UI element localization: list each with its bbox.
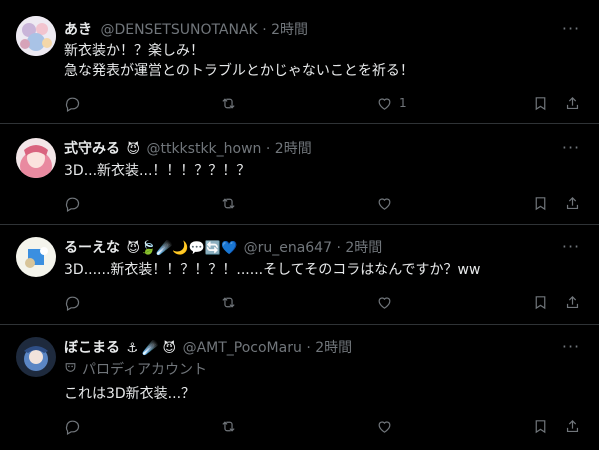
post-card[interactable]: 式守みる 😈 @ttkkstkk_hown · 2時間 ··· 3D...新衣装…	[0, 124, 599, 225]
display-name-emojis: 😈🍃☄️🌙💬🔄💙	[126, 241, 238, 256]
display-name-emojis: ⚓ ☄️ 😈	[126, 341, 177, 356]
post-header: 式守みる 😈 @ttkkstkk_hown · 2時間	[64, 140, 559, 159]
bookmark-icon	[535, 96, 546, 110]
repost-button[interactable]	[220, 291, 237, 313]
bookmark-button[interactable]	[532, 92, 549, 114]
bookmark-button[interactable]	[532, 415, 549, 437]
display-name[interactable]: あき	[64, 22, 92, 38]
post-text-line: 3D......新衣装！！？！？！......そしてそのコラはなんですか？ww	[64, 262, 481, 278]
reply-button[interactable]	[64, 92, 81, 114]
parody-account-label: パロディアカウント	[64, 361, 207, 379]
display-name[interactable]: 式守みる	[64, 141, 120, 157]
handle[interactable]: @ttkkstkk_hown	[146, 141, 261, 157]
handle[interactable]: @ru_ena647	[244, 240, 332, 256]
like-count: 1	[399, 96, 407, 110]
reply-icon	[65, 296, 80, 311]
post-header: るーえな 😈🍃☄️🌙💬🔄💙 @ru_ena647 · 2時間	[64, 239, 559, 258]
like-button[interactable]: 1	[376, 92, 407, 114]
heart-icon	[378, 420, 391, 433]
parody-label-text: パロディアカウント	[82, 362, 208, 378]
share-icon	[566, 419, 579, 432]
timestamp[interactable]: 2時間	[271, 22, 308, 38]
repost-button[interactable]	[220, 92, 237, 114]
post-text-line: 3D...新衣装...！！！？？！？	[64, 163, 251, 179]
more-options-icon[interactable]: ···	[561, 339, 581, 358]
post-header: あき @DENSETSUNOTANAK · 2時間	[64, 21, 559, 39]
post-text-line: 急な発表が運営とのトラブルとかじゃないことを祈る！	[64, 63, 414, 79]
repost-icon	[222, 197, 235, 209]
timestamp[interactable]: 2時間	[345, 240, 382, 256]
reply-icon	[65, 97, 80, 112]
display-name[interactable]: ぼこまる	[64, 340, 120, 356]
handle[interactable]: @AMT_PocoMaru	[183, 340, 302, 356]
avatar[interactable]	[16, 16, 56, 56]
bookmark-button[interactable]	[532, 291, 549, 313]
mask-icon	[64, 361, 78, 379]
heart-icon	[378, 97, 391, 110]
timestamp[interactable]: 2時間	[275, 141, 312, 157]
more-options-icon[interactable]: ···	[561, 21, 581, 40]
post-text: これは3D新衣装...？	[64, 384, 583, 404]
more-options-icon[interactable]: ···	[561, 140, 581, 159]
bookmark-icon	[535, 295, 546, 309]
avatar[interactable]	[16, 138, 56, 178]
separator-dot: ·	[336, 240, 341, 256]
share-button[interactable]	[564, 415, 581, 437]
like-button[interactable]	[376, 192, 399, 214]
display-name-emojis: 😈	[126, 142, 141, 157]
post-actions	[56, 415, 587, 437]
display-name[interactable]: るーえな	[64, 240, 120, 256]
repost-button[interactable]	[220, 192, 237, 214]
like-button[interactable]	[376, 415, 399, 437]
post-text: 新衣装か！？楽しみ！ 急な発表が運営とのトラブルとかじゃないことを祈る！	[64, 41, 583, 81]
repost-icon	[222, 420, 235, 432]
post-actions: 1	[56, 92, 587, 114]
share-icon	[566, 196, 579, 209]
reply-icon	[65, 420, 80, 435]
post-header: ぼこまる ⚓ ☄️ 😈 @AMT_PocoMaru · 2時間	[64, 339, 559, 358]
reply-button[interactable]	[64, 291, 81, 313]
post-text-line: 新衣装か！？楽しみ！	[64, 43, 204, 59]
separator-dot: ·	[262, 22, 267, 38]
share-icon	[566, 96, 579, 109]
more-options-icon[interactable]: ···	[561, 239, 581, 258]
avatar[interactable]	[16, 337, 56, 377]
avatar[interactable]	[16, 237, 56, 277]
bookmark-icon	[535, 419, 546, 433]
repost-icon	[222, 296, 235, 308]
timeline-feed: あき @DENSETSUNOTANAK · 2時間 ··· 新衣装か！？楽しみ！…	[0, 0, 599, 450]
reply-button[interactable]	[64, 192, 81, 214]
post-card[interactable]: ぼこまる ⚓ ☄️ 😈 @AMT_PocoMaru · 2時間 ··· パロディ…	[0, 325, 599, 450]
separator-dot: ·	[306, 340, 311, 356]
share-button[interactable]	[564, 291, 581, 313]
repost-icon	[222, 97, 235, 109]
share-button[interactable]	[564, 92, 581, 114]
post-actions	[56, 291, 587, 313]
post-text-line: これは3D新衣装...？	[64, 386, 196, 402]
separator-dot: ·	[265, 141, 271, 157]
reply-button[interactable]	[64, 415, 81, 437]
repost-button[interactable]	[220, 415, 237, 437]
heart-icon	[378, 296, 391, 309]
post-card[interactable]: あき @DENSETSUNOTANAK · 2時間 ··· 新衣装か！？楽しみ！…	[0, 0, 599, 124]
share-icon	[566, 295, 579, 308]
reply-icon	[65, 197, 80, 212]
post-text: 3D......新衣装！！？！？！......そしてそのコラはなんですか？ww	[64, 260, 583, 280]
bookmark-icon	[535, 196, 546, 210]
timestamp[interactable]: 2時間	[315, 340, 352, 356]
post-text: 3D...新衣装...！！！？？！？	[64, 161, 583, 181]
post-actions	[56, 192, 587, 214]
bookmark-button[interactable]	[532, 192, 549, 214]
share-button[interactable]	[564, 192, 581, 214]
handle[interactable]: @DENSETSUNOTANAK	[100, 22, 257, 38]
like-button[interactable]	[376, 291, 399, 313]
heart-icon	[378, 197, 391, 210]
post-card[interactable]: るーえな 😈🍃☄️🌙💬🔄💙 @ru_ena647 · 2時間 ··· 3D...…	[0, 225, 599, 325]
